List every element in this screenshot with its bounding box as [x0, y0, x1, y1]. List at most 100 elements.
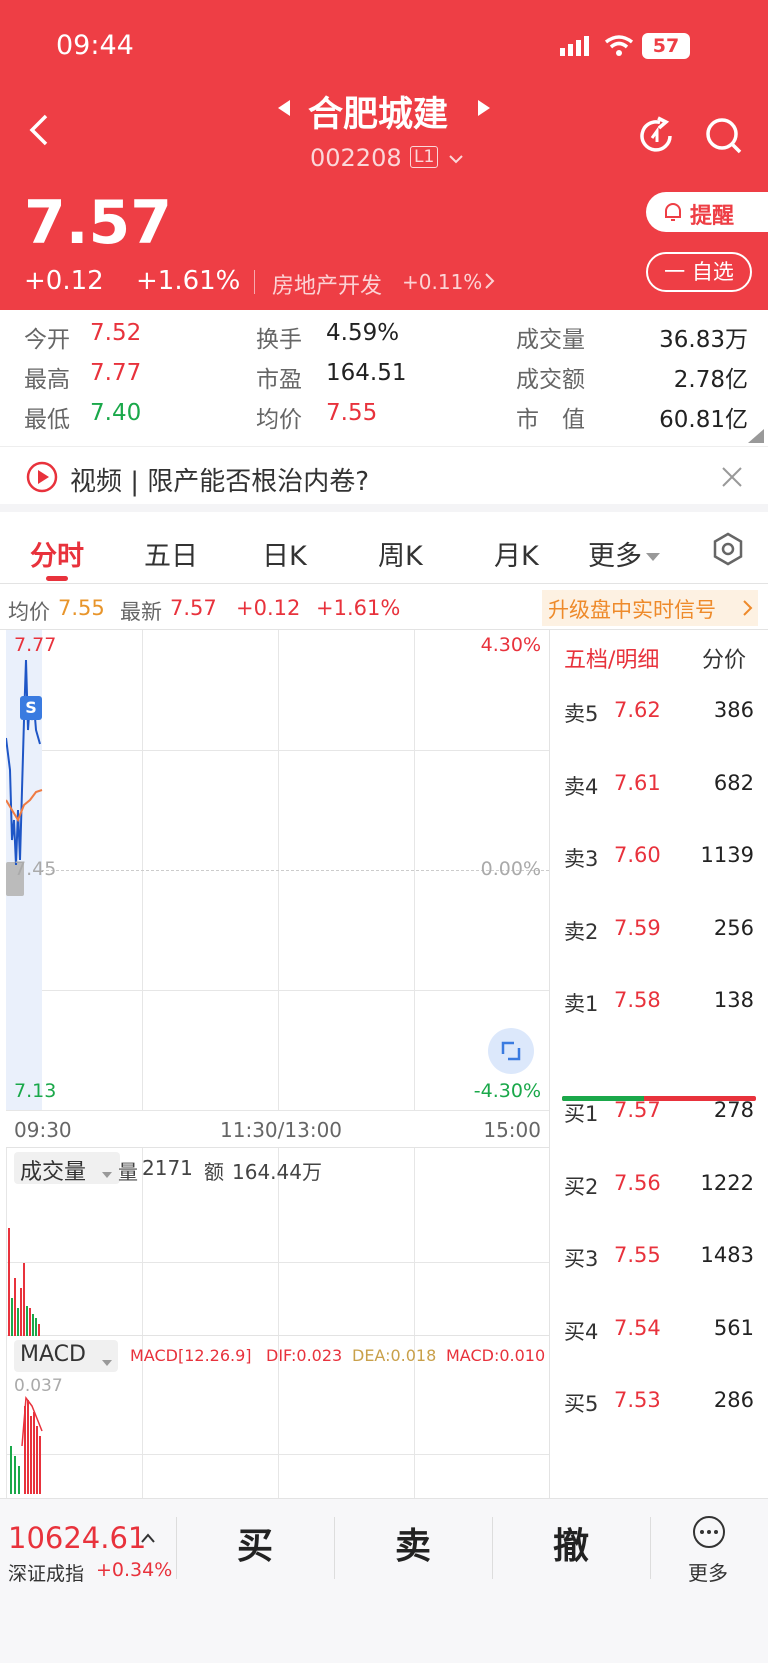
stat-value: 7.77	[90, 360, 142, 386]
tab-2[interactable]: 日K	[262, 534, 307, 573]
wifi-icon	[604, 34, 634, 58]
tab-0[interactable]: 分时	[30, 534, 84, 573]
book-row-price: 7.62	[614, 698, 661, 722]
upgrade-signal-link[interactable]: 升级盘中实时信号	[542, 590, 758, 626]
stat-label: 市 值	[516, 407, 585, 433]
remind-button[interactable]: 提醒	[646, 192, 768, 232]
more-label: 更多	[688, 1561, 728, 1585]
book-row-volume: 682	[713, 770, 754, 795]
search-icon[interactable]	[704, 116, 744, 156]
latest-label: 最新	[120, 600, 162, 624]
divider	[254, 270, 255, 294]
sell-button[interactable]: 卖	[334, 1499, 492, 1595]
macd-params: MACD[12.26.9]	[130, 1346, 252, 1365]
dropdown-icon	[102, 1165, 112, 1178]
tab-1[interactable]: 五日	[144, 534, 198, 573]
bell-icon	[662, 201, 684, 223]
time-start: 09:30	[14, 1118, 72, 1142]
latest-value: 7.57	[170, 596, 217, 620]
prev-stock-icon[interactable]	[276, 98, 292, 118]
back-icon[interactable]	[24, 112, 54, 148]
stat-value: 2.78亿	[673, 367, 748, 393]
book-row-label: 卖1	[564, 992, 599, 1016]
next-stock-icon[interactable]	[476, 98, 492, 118]
macd-value: MACD:0.010	[446, 1346, 546, 1365]
watchlist-button[interactable]: 一 自选	[646, 252, 752, 292]
s-signal-badge[interactable]: S	[20, 696, 42, 720]
fullscreen-icon[interactable]	[488, 1028, 534, 1074]
macd-dea: DEA:0.018	[352, 1346, 437, 1365]
refresh-icon[interactable]	[636, 116, 676, 156]
book-row-price: 7.58	[614, 988, 661, 1012]
book-row-label: 卖4	[564, 774, 599, 799]
book-row-label: 买5	[564, 1392, 599, 1416]
book-tab-depth[interactable]: 五档/明细	[564, 642, 659, 674]
buy-button[interactable]: 买	[176, 1499, 334, 1595]
expand-corner-icon[interactable]	[748, 428, 764, 443]
pct-axis-mid: 0.00%	[480, 858, 541, 880]
latest-change: +0.12	[236, 596, 301, 620]
y-axis-bottom: 7.13	[14, 1080, 57, 1102]
play-icon	[26, 461, 58, 493]
time-mid: 11:30/13:00	[220, 1118, 343, 1142]
book-row-price: 7.61	[614, 770, 661, 795]
macd-chart[interactable]: MACD MACD[12.26.9] DIF:0.023 DEA:0.018 M…	[6, 1336, 550, 1498]
close-icon[interactable]	[720, 465, 744, 489]
stock-name: 合肥城建	[308, 95, 449, 135]
sector-name[interactable]: 房地产开发	[272, 268, 382, 300]
volume-amt: 164.44万	[232, 1160, 322, 1184]
book-row-label: 买3	[564, 1247, 599, 1271]
book-row-volume: 138	[713, 988, 754, 1012]
video-banner[interactable]: 视频 | 限产能否根治内卷?	[0, 446, 768, 512]
chevron-right-icon[interactable]	[484, 272, 496, 290]
index-pct: +0.34%	[96, 1559, 173, 1581]
sector-pct[interactable]: +0.11%	[402, 270, 482, 294]
price-pct: +1.61%	[136, 266, 241, 296]
book-row-volume: 256	[713, 915, 754, 940]
stat-value: 60.81亿	[659, 407, 748, 433]
chevron-down-icon[interactable]	[448, 150, 464, 164]
book-row-volume: 278	[713, 1098, 754, 1122]
price-line	[6, 659, 43, 866]
tab-4[interactable]: 月K	[494, 534, 539, 573]
book-tab-price[interactable]: 分价	[702, 642, 746, 674]
volume-q-label: 量	[118, 1160, 138, 1184]
price-change: +0.12	[24, 266, 104, 296]
volume-indicator-label: 成交量	[20, 1160, 87, 1185]
level-badge[interactable]: L1	[410, 146, 439, 168]
book-row-price: 7.60	[614, 843, 661, 867]
more-dropdown-icon[interactable]	[644, 548, 662, 561]
price-info-bar: 均价 7.55 最新 7.57 +0.12 +1.61% 升级盘中实时信号	[0, 590, 768, 630]
book-row-volume: 561	[713, 1315, 754, 1340]
volume-indicator-select[interactable]: 成交量	[14, 1152, 120, 1185]
stat-label: 成交额	[516, 367, 585, 393]
current-price: 7.57	[24, 188, 173, 258]
intraday-chart[interactable]: S 7.77 7.45 7.13 4.30% 0.00% -4.30%	[6, 630, 550, 1111]
book-row-label: 卖3	[564, 847, 599, 871]
book-row-volume: 1222	[700, 1170, 754, 1195]
stat-label: 今开	[24, 327, 70, 353]
tab-3[interactable]: 周K	[378, 534, 423, 573]
settings-icon[interactable]	[712, 532, 744, 566]
pct-axis-top: 4.30%	[480, 634, 541, 656]
stat-value: 7.40	[90, 400, 142, 426]
avg-value: 7.55	[58, 596, 105, 620]
stat-label: 均价	[256, 407, 302, 433]
index-name: 深证成指	[8, 1563, 85, 1585]
macd-bars	[10, 1395, 43, 1494]
macd-indicator-select[interactable]: MACD	[14, 1340, 118, 1372]
tab-5[interactable]: 更多	[588, 534, 642, 573]
book-row-volume: 386	[713, 698, 754, 722]
stat-label: 市盈	[256, 367, 302, 393]
upgrade-label: 升级盘中实时信号	[548, 598, 716, 622]
stat-value: 4.59%	[326, 320, 400, 346]
volume-amt-label: 额	[204, 1160, 224, 1184]
time-end: 15:00	[483, 1118, 541, 1142]
book-row-label: 卖2	[564, 919, 599, 944]
book-row-label: 买4	[564, 1319, 599, 1344]
more-button[interactable]: 更多	[650, 1499, 768, 1595]
avg-label: 均价	[8, 600, 50, 624]
index-ticker[interactable]: 10624.61 深证成指 +0.34%	[0, 1499, 176, 1595]
volume-chart[interactable]: 成交量 量 2171 额 164.44万	[6, 1148, 550, 1336]
cancel-order-button[interactable]: 撤	[492, 1499, 650, 1595]
